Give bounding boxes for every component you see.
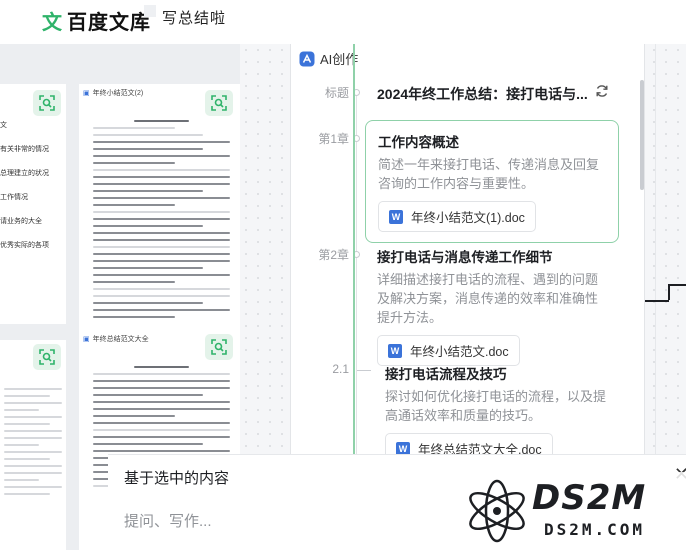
excerpt-line: 优秀实际的各项 — [0, 242, 49, 249]
excerpt-line: 请业务的大全 — [0, 218, 42, 225]
scan-search-icon — [39, 349, 55, 365]
section-label: 2.1 — [332, 362, 349, 376]
prompt-area-title: 基于选中的内容 — [124, 470, 230, 487]
document-card-header: ▣ 年终总结范文大全 — [83, 334, 149, 344]
top-bar: 文 百度文库 写总结啦 — [0, 0, 686, 44]
excerpt-line: 总理建立的状况 — [0, 170, 49, 177]
panel-scroll-track — [353, 44, 355, 454]
word-doc-icon: W — [396, 441, 410, 454]
document-card[interactable]: 文 有关非常的情况 总理建立的状况 工作情况 请业务的大全 优秀实际的各项 — [0, 84, 66, 324]
ai-creation-panel: AI创作 标题 2024年终工作总结：接打电话与... 第1章 工作内容概述 简… — [290, 44, 645, 454]
word-doc-icon: W — [389, 209, 403, 224]
scan-search-button[interactable] — [33, 344, 61, 370]
source-document-name: 年终总结范文大全.doc — [418, 443, 542, 454]
excerpt-line: 文 — [0, 122, 7, 129]
chapter-label: 第2章 — [318, 248, 349, 262]
panel-scrollbar[interactable] — [640, 80, 644, 190]
page-subtitle: 写总结啦 — [162, 10, 227, 27]
section-connector — [357, 370, 371, 371]
section-description: 探讨如何优化接打电话的流程，以及提高通话效率和质量的技巧。 — [385, 389, 607, 423]
chapter-label: 第1章 — [318, 132, 349, 146]
excerpt-line: 工作情况 — [0, 194, 28, 201]
source-document-name: 年终小结范文(1).doc — [411, 211, 525, 225]
document-excerpt: 文 有关非常的情况 总理建立的状况 工作情况 请业务的大全 优秀实际的各项 — [0, 120, 66, 264]
outline-title[interactable]: 2024年终工作总结：接打电话与... — [377, 84, 588, 104]
title-label: 标题 — [324, 86, 349, 100]
prompt-input[interactable] — [124, 513, 424, 530]
atom-logo-icon — [469, 479, 525, 543]
refresh-icon — [596, 85, 608, 97]
scan-search-icon — [39, 95, 55, 111]
connector-line — [668, 284, 670, 300]
outline-timeline — [356, 94, 357, 454]
scan-search-button[interactable] — [205, 334, 233, 360]
chapter-card-1[interactable]: 工作内容概述 简述一年来接打电话、传递消息及回复咨询的工作内容与重要性。 W 年… — [365, 120, 619, 243]
source-document-chip[interactable]: W 年终小结范文(1).doc — [378, 201, 536, 232]
excerpt-line: 有关非常的情况 — [0, 146, 49, 153]
regenerate-button[interactable] — [595, 84, 609, 103]
word-doc-icon: ▣ — [83, 90, 90, 97]
watermark-subtext: DS2M.COM — [544, 520, 646, 539]
scan-search-button[interactable] — [33, 90, 61, 116]
connector-line — [668, 284, 686, 286]
document-card-header: ▣ 年终小结范文(2) — [83, 88, 143, 98]
scan-search-button[interactable] — [205, 90, 233, 116]
chapter-description: 简述一年来接打电话、传递消息及回复咨询的工作内容与重要性。 — [378, 157, 600, 191]
section-title: 接打电话流程及技巧 — [385, 367, 507, 382]
connector-line — [655, 44, 656, 454]
brand-logo[interactable]: 文 百度文库 — [40, 6, 151, 35]
scan-search-icon — [211, 339, 227, 355]
ai-logo-icon — [299, 51, 315, 66]
document-card-title: 年终总结范文大全 — [92, 336, 149, 343]
wenku-logo-icon: 文 — [42, 12, 62, 34]
scan-search-icon — [211, 95, 227, 111]
section-card-2-1[interactable]: 接打电话流程及技巧 探讨如何优化接打电话的流程，以及提高通话效率和质量的技巧。 … — [373, 353, 621, 454]
divider — [144, 5, 156, 17]
ai-panel-header: AI创作 — [299, 49, 358, 68]
chapter-title: 工作内容概述 — [378, 135, 459, 150]
word-doc-icon: ▣ — [83, 336, 90, 343]
document-card[interactable] — [0, 340, 66, 550]
connector-line — [645, 300, 669, 302]
watermark: DS2M DS2M.COM — [452, 472, 686, 550]
brand-name: 百度文库 — [67, 12, 151, 34]
document-page-preview — [4, 388, 62, 500]
chapter-description: 详细描述接打电话的流程、遇到的问题及解决方案，消息传递的效率和准确性提升方法。 — [377, 272, 599, 325]
document-page-preview — [93, 120, 230, 323]
watermark-text: DS2M — [532, 478, 647, 518]
document-card[interactable]: ▣ 年终小结范文(2) — [79, 84, 240, 344]
document-card-title: 年终小结范文(2) — [92, 90, 144, 97]
chapter-title: 接打电话与消息传递工作细节 — [377, 250, 553, 265]
source-document-chip[interactable]: W 年终总结范文大全.doc — [385, 433, 553, 454]
